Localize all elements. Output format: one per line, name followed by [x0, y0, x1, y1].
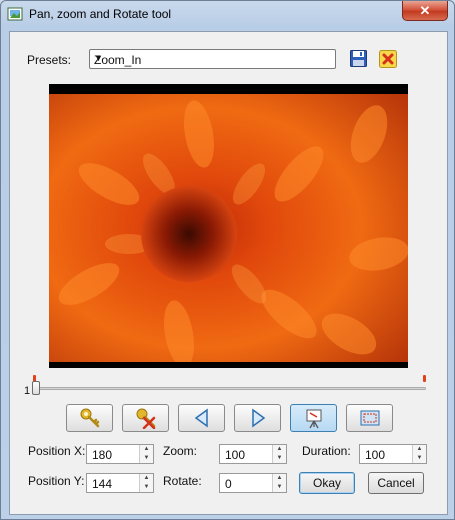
preview-area [49, 84, 408, 368]
next-button[interactable] [234, 404, 281, 432]
preview-button[interactable] [290, 404, 337, 432]
timeline-slider[interactable]: 1 [24, 375, 430, 401]
spin-down-icon[interactable]: ▼ [273, 483, 286, 492]
zoom-label: Zoom: [163, 444, 198, 458]
position-y-label: Position Y: [28, 474, 85, 488]
rotate-value: 0 [225, 477, 232, 491]
spin-down-icon[interactable]: ▼ [140, 454, 153, 463]
presets-dropdown[interactable]: Zoom_In ▼ [89, 49, 336, 69]
key-remove-icon [136, 408, 155, 429]
duration-spinner[interactable]: ▲ ▼ [412, 445, 426, 463]
add-keyframe-button[interactable] [66, 404, 113, 432]
delete-x-icon[interactable] [379, 50, 397, 68]
close-button[interactable]: ✕ [402, 1, 448, 21]
remove-keyframe-button[interactable] [122, 404, 169, 432]
rotate-spinner[interactable]: ▲ ▼ [272, 474, 286, 492]
picture-icon [7, 7, 23, 21]
spin-up-icon[interactable]: ▲ [273, 445, 286, 454]
zoom-input[interactable]: 100 ▲ ▼ [219, 444, 287, 464]
fit-frame-button[interactable] [346, 404, 393, 432]
frame-icon [360, 410, 379, 426]
spin-down-icon[interactable]: ▼ [273, 454, 286, 463]
position-x-label: Position X: [28, 444, 86, 458]
zoom-spinner[interactable]: ▲ ▼ [272, 445, 286, 463]
window-title: Pan, zoom and Rotate tool [29, 7, 172, 21]
spin-up-icon[interactable]: ▲ [413, 445, 426, 454]
presets-label: Presets: [27, 53, 72, 67]
slider-thumb[interactable] [32, 381, 40, 395]
duration-value: 100 [365, 448, 386, 462]
spin-down-icon[interactable]: ▼ [413, 454, 426, 463]
rotate-input[interactable]: 0 ▲ ▼ [219, 473, 287, 493]
previous-button[interactable] [178, 404, 225, 432]
spin-down-icon[interactable]: ▼ [140, 483, 153, 492]
triangle-left-icon [194, 408, 208, 428]
cancel-button[interactable]: Cancel [368, 472, 424, 494]
slider-track[interactable] [34, 387, 426, 390]
spin-up-icon[interactable]: ▲ [273, 474, 286, 483]
position-y-input[interactable]: 144 ▲ ▼ [86, 473, 154, 493]
position-x-value: 180 [92, 448, 113, 462]
okay-button[interactable]: Okay [299, 472, 355, 494]
spin-up-icon[interactable]: ▲ [140, 445, 153, 454]
rotate-label: Rotate: [163, 474, 202, 488]
easel-icon [306, 409, 321, 429]
position-x-input[interactable]: 180 ▲ ▼ [86, 444, 154, 464]
chevron-down-icon: ▼ [94, 53, 103, 63]
keyframe-marker-end[interactable] [423, 375, 426, 382]
position-y-spinner[interactable]: ▲ ▼ [139, 474, 153, 492]
position-y-value: 144 [92, 477, 113, 491]
dialog-body: Presets: Zoom_In ▼ 1 Position X: 180 ▲ ▼… [9, 31, 448, 515]
key-icon [80, 408, 99, 428]
floppy-save-icon[interactable] [350, 50, 367, 67]
spin-up-icon[interactable]: ▲ [140, 474, 153, 483]
triangle-right-icon [251, 408, 265, 428]
duration-input[interactable]: 100 ▲ ▼ [359, 444, 427, 464]
position-x-spinner[interactable]: ▲ ▼ [139, 445, 153, 463]
flower-image [49, 94, 408, 362]
zoom-value: 100 [225, 448, 246, 462]
title-bar[interactable]: Pan, zoom and Rotate tool ✕ [1, 1, 454, 29]
slider-value: 1 [24, 385, 31, 397]
duration-label: Duration: [302, 444, 351, 458]
dialog-window: Pan, zoom and Rotate tool ✕ Presets: Zoo… [0, 0, 455, 520]
